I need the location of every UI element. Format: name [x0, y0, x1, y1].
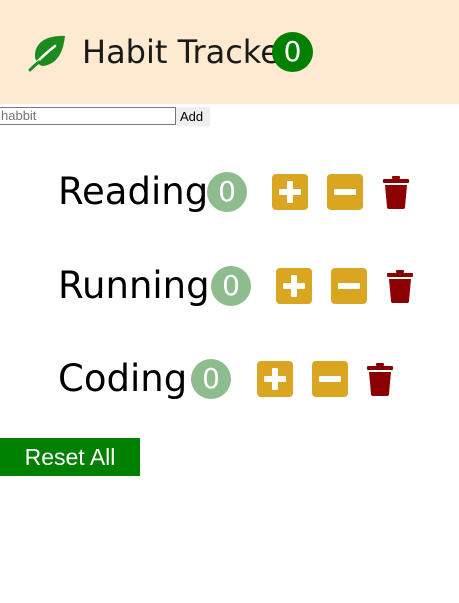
habit-count-badge: 0: [191, 359, 231, 399]
minus-icon: [334, 189, 356, 195]
habit-input[interactable]: [0, 107, 176, 125]
app-title: Habit Tracker: [82, 33, 294, 71]
habit-name: Running: [58, 264, 210, 307]
increment-button[interactable]: [257, 361, 293, 397]
leaf-icon: [28, 34, 68, 72]
trash-icon: [383, 176, 409, 209]
habit-row: Coding 0: [58, 355, 458, 403]
habit-name: Coding: [58, 357, 188, 400]
total-count-badge: 0: [272, 32, 313, 72]
plus-icon: [264, 368, 286, 390]
add-button[interactable]: Add: [176, 107, 210, 126]
habit-row: Reading 0: [58, 168, 458, 216]
decrement-button[interactable]: [331, 268, 367, 304]
decrement-button[interactable]: [312, 361, 348, 397]
habit-name: Reading: [58, 170, 209, 213]
plus-icon: [283, 275, 305, 297]
plus-icon: [279, 181, 301, 203]
minus-icon: [319, 376, 341, 382]
delete-button[interactable]: [386, 268, 414, 304]
reset-all-button[interactable]: Reset All: [0, 438, 140, 476]
minus-icon: [338, 283, 360, 289]
delete-button[interactable]: [366, 361, 394, 397]
delete-button[interactable]: [382, 174, 410, 210]
habit-count-badge: 0: [211, 266, 251, 306]
increment-button[interactable]: [272, 174, 308, 210]
trash-icon: [387, 270, 413, 303]
habit-count-badge: 0: [207, 172, 247, 212]
habit-row: Running 0: [58, 262, 458, 310]
app-header: Habit Tracker 0: [0, 0, 459, 104]
decrement-button[interactable]: [327, 174, 363, 210]
trash-icon: [367, 363, 393, 396]
increment-button[interactable]: [276, 268, 312, 304]
